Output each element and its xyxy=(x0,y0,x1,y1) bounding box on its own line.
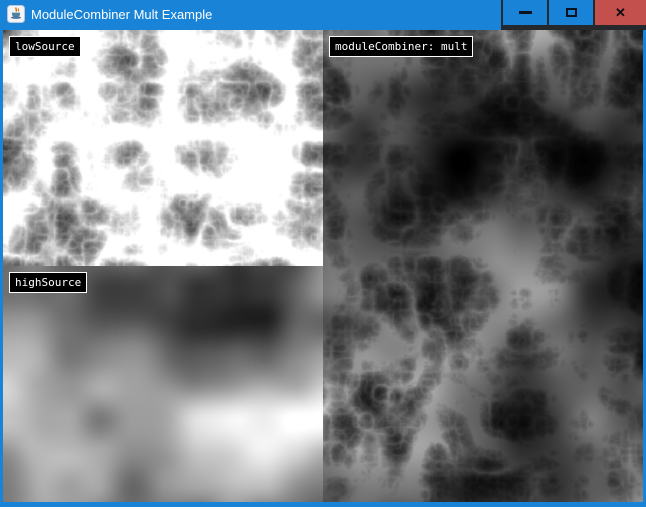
mult-result-texture xyxy=(323,30,643,502)
maximize-icon xyxy=(566,8,577,17)
low-source-texture xyxy=(3,30,323,266)
titlebar[interactable]: ModuleCombiner Mult Example ✕ xyxy=(0,0,646,30)
high-source-label: highSource xyxy=(9,272,87,293)
maximize-button[interactable] xyxy=(549,0,593,25)
panel-low-source: lowSource xyxy=(3,30,323,266)
java-coffee-cup-icon xyxy=(7,5,25,23)
panel-module-combiner-mult: moduleCombiner: mult xyxy=(323,30,643,502)
close-button[interactable]: ✕ xyxy=(595,0,646,25)
low-source-label: lowSource xyxy=(9,36,81,57)
panel-high-source: highSource xyxy=(3,266,323,502)
minimize-icon xyxy=(519,11,532,14)
window-title: ModuleCombiner Mult Example xyxy=(31,0,212,30)
app-window: ModuleCombiner Mult Example ✕ lowSource … xyxy=(0,0,646,507)
close-icon: ✕ xyxy=(615,6,626,19)
window-controls: ✕ xyxy=(501,0,646,30)
high-source-texture xyxy=(3,266,323,502)
mult-label: moduleCombiner: mult xyxy=(329,36,473,57)
render-area: lowSource highSource moduleCombiner: mul… xyxy=(3,30,643,502)
minimize-button[interactable] xyxy=(503,0,547,25)
